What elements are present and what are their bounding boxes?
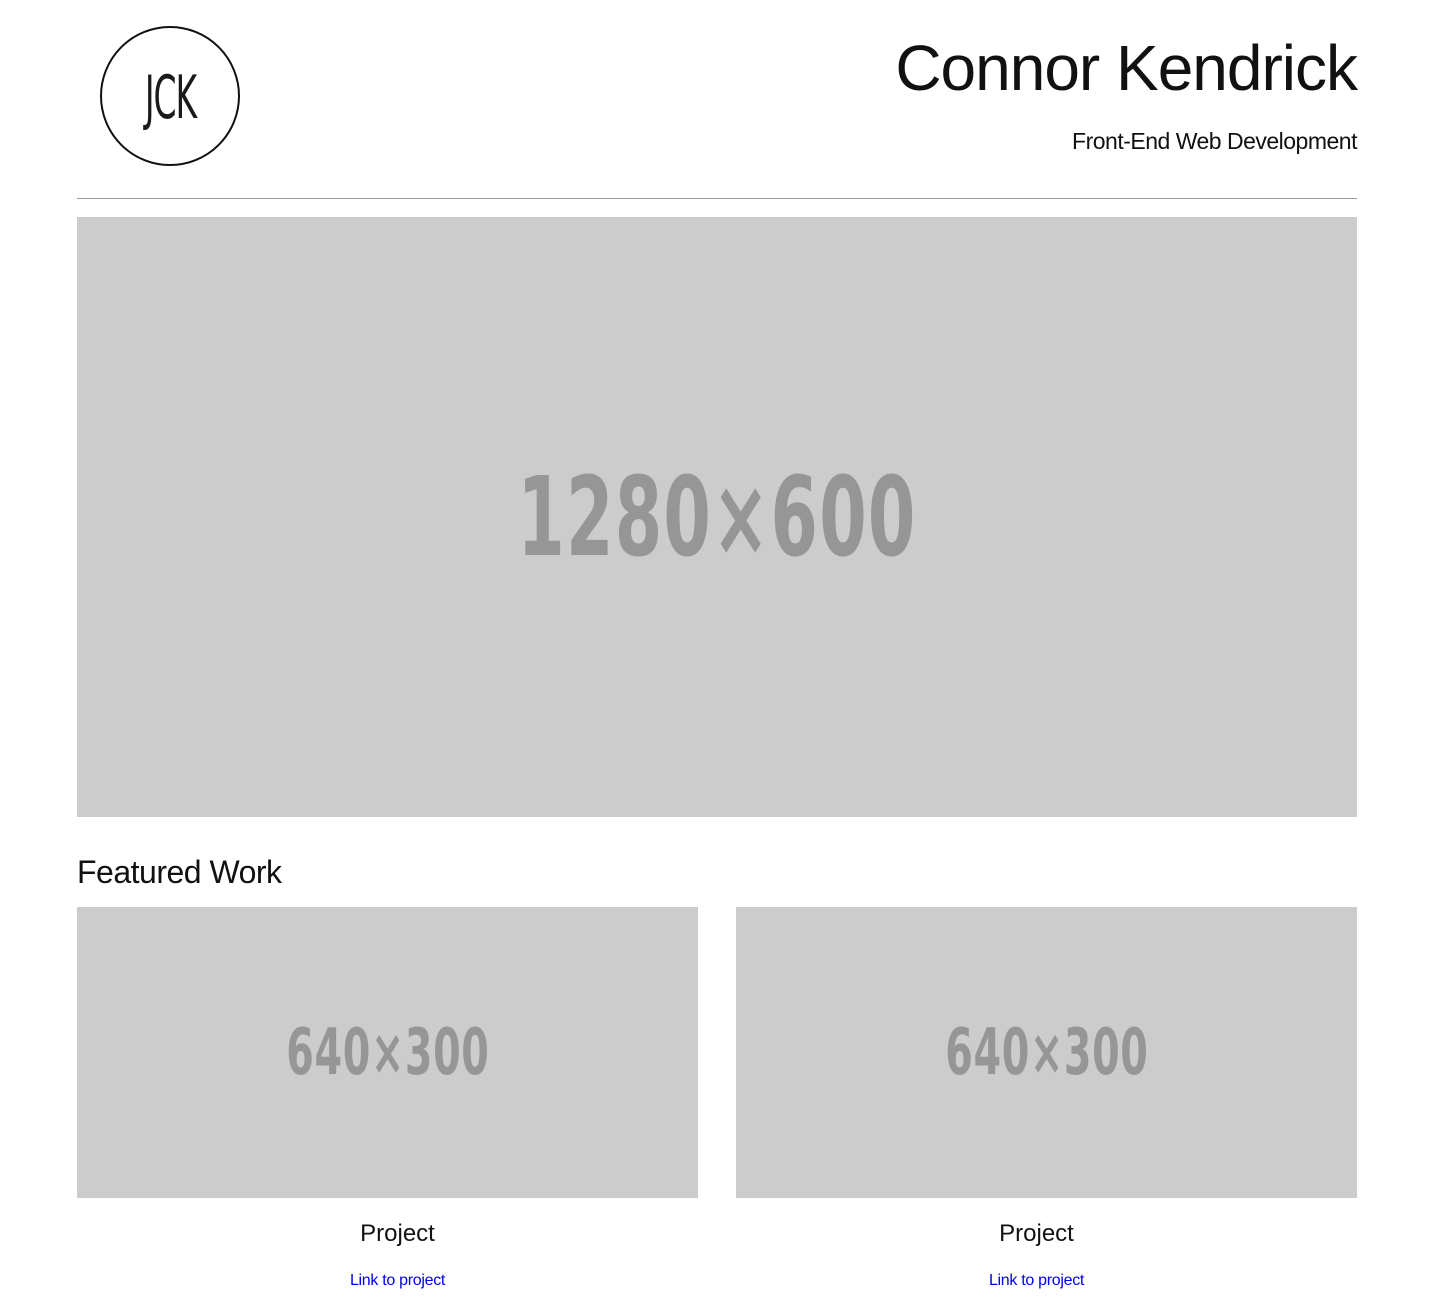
project-link[interactable]: Link to project — [87, 1273, 708, 1289]
logo[interactable]: JCK — [100, 26, 240, 166]
project-link[interactable]: Link to project — [726, 1273, 1347, 1289]
project-image-label: 640×300 — [944, 1015, 1149, 1090]
project-image: 640×300 — [77, 907, 698, 1198]
site-title: Connor Kendrick — [895, 32, 1358, 104]
header-divider — [77, 198, 1357, 199]
site-subtitle: Front-End Web Development — [1072, 128, 1357, 154]
featured-work-heading: Featured Work — [77, 854, 282, 890]
hero-image: 1280×600 — [77, 217, 1357, 817]
project-title: Project — [360, 1220, 435, 1247]
project-image: 640×300 — [736, 907, 1357, 1198]
hero-image-label: 1280×600 — [517, 453, 917, 581]
project-title: Project — [999, 1220, 1074, 1247]
project-image-label: 640×300 — [285, 1015, 490, 1090]
logo-monogram: JCK — [144, 63, 196, 133]
